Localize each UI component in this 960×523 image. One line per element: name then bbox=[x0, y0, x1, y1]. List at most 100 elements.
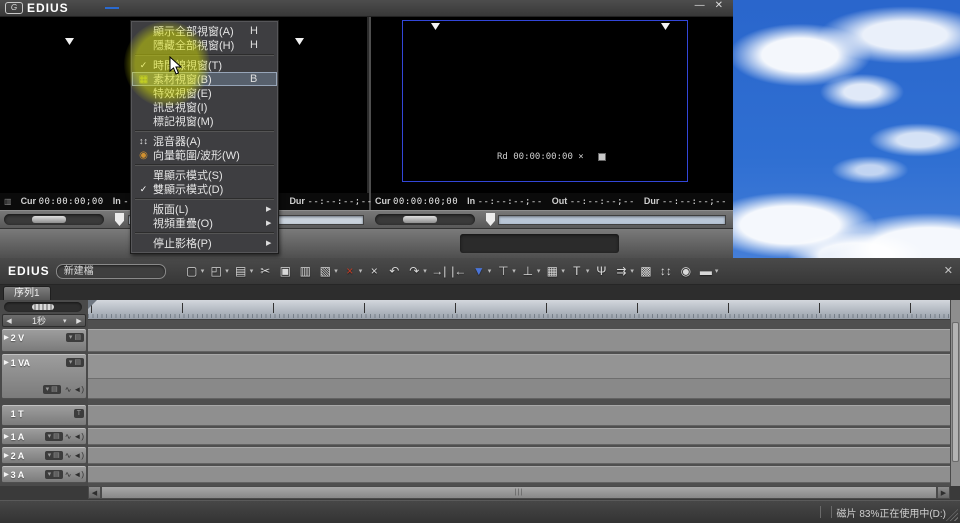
project-name-field[interactable]: 新建檔 bbox=[56, 264, 166, 279]
menu-item-audio-mixer[interactable]: ↕↕ 混音器(A) ▶ bbox=[132, 134, 277, 148]
bin-window-icon[interactable]: ▩ ▾ bbox=[638, 262, 654, 280]
track-3A[interactable] bbox=[88, 466, 950, 483]
menu-item-bin-window[interactable]: ▦ 素材視窗(B) B ▶ bbox=[132, 72, 277, 86]
dropdown-caret-icon[interactable]: ▾ bbox=[488, 264, 492, 280]
horizontal-scroll-thumb[interactable]: ||| bbox=[101, 486, 937, 499]
toggles-icon[interactable]: ▾ ▤ bbox=[43, 385, 61, 394]
player-playhead-marker[interactable] bbox=[115, 213, 124, 226]
menu-item-info-window[interactable]: 訊息視窗(I) ▶ bbox=[132, 100, 277, 114]
voiceover-mic-icon[interactable]: Ψ ▾ bbox=[593, 262, 609, 280]
scroll-left-icon[interactable]: ◀ bbox=[88, 486, 101, 499]
undo-icon[interactable]: ↶ ▾ bbox=[386, 262, 402, 280]
add-cut-point-icon[interactable]: ▼ ▾ bbox=[471, 262, 492, 280]
loop-button[interactable] bbox=[579, 235, 595, 252]
vertical-scroll-thumb[interactable] bbox=[952, 322, 959, 462]
dropdown-caret-icon[interactable]: ▾ bbox=[359, 264, 363, 280]
save-project-icon[interactable]: ▤ ▾ bbox=[233, 262, 254, 280]
scroll-right-icon[interactable]: ▶ bbox=[937, 486, 950, 499]
trim-out-button[interactable] bbox=[307, 234, 323, 251]
resize-grip[interactable] bbox=[946, 509, 958, 521]
match-frame-icon[interactable]: ▦ ▾ bbox=[544, 262, 565, 280]
menu-clip[interactable] bbox=[119, 7, 133, 9]
vectorscope-icon[interactable]: ◉ ▾ bbox=[678, 262, 694, 280]
play-button[interactable] bbox=[522, 235, 538, 252]
insert-to-timeline-icon[interactable]: →| ▾ bbox=[431, 262, 447, 280]
toggles-icon[interactable]: ▾ ▤ bbox=[45, 451, 63, 460]
delete-inout-icon[interactable]: × ▾ bbox=[366, 262, 382, 280]
dropdown-caret-icon[interactable]: ▾ bbox=[250, 264, 254, 280]
goto-out-button[interactable] bbox=[671, 234, 687, 251]
toggles-icon[interactable]: ▾ ▤ bbox=[66, 333, 84, 342]
new-sequence-icon[interactable]: ▢ ▾ bbox=[184, 262, 205, 280]
menu-item-dual-mode[interactable]: ✓ 雙顯示模式(D) ▶ bbox=[132, 182, 277, 196]
scale-right-icon[interactable]: ▶ bbox=[73, 317, 85, 325]
menu-item-hide-all-windows[interactable]: 隱藏全部視窗(H) H ▶ bbox=[132, 38, 277, 52]
track-1VA[interactable] bbox=[88, 354, 950, 399]
timeline-ruler[interactable] bbox=[88, 300, 950, 320]
track-1T[interactable]: ▶ 1 T T ∿ ◄) T ∿ ◄) bbox=[2, 405, 86, 426]
track-1VA[interactable]: ▶ 1 VA ▾ ▤ ∿ ◄) ▾ ▤ ∿ ◄) bbox=[2, 354, 86, 399]
track-1T[interactable] bbox=[88, 405, 950, 426]
audio-mixer-icon[interactable]: ↕↕ ▾ bbox=[658, 262, 674, 280]
title-track-icon[interactable]: T bbox=[74, 409, 84, 418]
menu-item-vectorscope[interactable]: ◉ 向量範圍/波形(W) ▶ bbox=[132, 148, 277, 162]
play-step-button[interactable] bbox=[541, 235, 557, 252]
cut-icon[interactable]: ✂ ▾ bbox=[257, 262, 273, 280]
prev-frame-button[interactable] bbox=[503, 235, 519, 252]
track-2A[interactable]: ▶ 2 A ▾ ▤ ∿ ◄) ▾ ▤ ∿ ◄) bbox=[2, 447, 86, 464]
track-expand-icon[interactable]: ▶ bbox=[4, 452, 9, 459]
more-chevron-icon[interactable] bbox=[326, 234, 342, 251]
copy-icon[interactable]: ▣ ▾ bbox=[277, 262, 293, 280]
scale-left-icon[interactable]: ◀ bbox=[3, 317, 15, 325]
track-3A[interactable]: ▶ 3 A ▾ ▤ ∿ ◄) ▾ ▤ ∿ ◄) bbox=[2, 466, 86, 483]
scale-caret-icon[interactable]: ▾ bbox=[63, 317, 73, 325]
menu-help[interactable] bbox=[203, 7, 217, 9]
ripple-mode-icon[interactable]: ⊤ ▾ bbox=[495, 262, 516, 280]
layout-icon[interactable]: ▬ ▾ bbox=[698, 262, 719, 280]
delete-icon[interactable]: × ▾ bbox=[342, 262, 363, 280]
track-expand-icon[interactable]: ▶ bbox=[4, 471, 9, 478]
track-1A[interactable]: ▶ 1 A ▾ ▤ ∿ ◄) ▾ ▤ ∿ ◄) bbox=[2, 428, 86, 445]
export-icon[interactable]: ⇉ ▾ bbox=[613, 262, 634, 280]
open-project-icon[interactable]: ◰ ▾ bbox=[208, 262, 229, 280]
dropdown-caret-icon[interactable] bbox=[598, 235, 614, 252]
dropdown-caret-icon[interactable]: ▾ bbox=[537, 264, 541, 280]
toggles-icon[interactable]: ▾ ▤ bbox=[45, 470, 63, 479]
close-button[interactable]: ✕ bbox=[715, 0, 723, 11]
toolbar-close-button[interactable]: ✕ bbox=[944, 264, 953, 277]
dropdown-caret-icon[interactable]: ▾ bbox=[586, 264, 590, 280]
paste-icon[interactable]: ▥ ▾ bbox=[297, 262, 313, 280]
player-shuttle-slider[interactable] bbox=[4, 214, 104, 225]
more-chevron-icon[interactable] bbox=[380, 234, 396, 251]
more-chevron-icon[interactable] bbox=[690, 234, 706, 251]
menu-item-layout[interactable]: 版面(L) ▶ bbox=[132, 202, 277, 216]
menu-item-marker-window[interactable]: 標記視窗(M) ▶ bbox=[132, 114, 277, 128]
dropdown-caret-icon[interactable]: ▾ bbox=[630, 264, 634, 280]
menu-render[interactable] bbox=[175, 7, 189, 9]
menu-item-pause-field[interactable]: 停止影格(P) ▶ bbox=[132, 236, 277, 250]
rewind-button[interactable] bbox=[484, 235, 500, 252]
stop-button[interactable] bbox=[102, 234, 118, 251]
menu-settings[interactable] bbox=[189, 7, 203, 9]
more-chevron-icon[interactable] bbox=[4, 234, 20, 251]
timeline-zoom-slider[interactable] bbox=[4, 302, 82, 312]
menu-marker[interactable] bbox=[133, 7, 147, 9]
track-expand-icon[interactable]: ▶ bbox=[4, 334, 9, 341]
dropdown-caret-icon[interactable]: ▾ bbox=[715, 264, 719, 280]
set-out-point-button[interactable] bbox=[61, 234, 77, 251]
track-2V[interactable]: ▶ 2 V ▾ ▤ ∿ ◄) ▾ ▤ ∿ ◄) bbox=[2, 329, 86, 352]
dropdown-caret-icon[interactable] bbox=[80, 234, 96, 251]
dropdown-caret-icon[interactable]: ▾ bbox=[334, 264, 338, 280]
timeline-scale-selector[interactable]: ◀ 1秒 ▾ ▶ bbox=[2, 314, 86, 327]
dropdown-caret-icon[interactable] bbox=[42, 234, 58, 251]
trim-in-button[interactable] bbox=[288, 234, 304, 251]
horizontal-scrollbar[interactable]: ◀ ||| ▶ bbox=[88, 486, 950, 499]
recorder-playhead-marker[interactable] bbox=[486, 213, 495, 226]
track-2V[interactable] bbox=[88, 329, 950, 352]
minimize-button[interactable]: — bbox=[695, 0, 705, 11]
dropdown-caret-icon[interactable]: ▾ bbox=[561, 264, 565, 280]
dropdown-caret-icon[interactable]: ▾ bbox=[201, 264, 205, 280]
menu-item-single-mode[interactable]: 單顯示模式(S) ▶ bbox=[132, 168, 277, 182]
stop-button[interactable] bbox=[465, 235, 481, 252]
menu-file[interactable] bbox=[77, 7, 91, 9]
